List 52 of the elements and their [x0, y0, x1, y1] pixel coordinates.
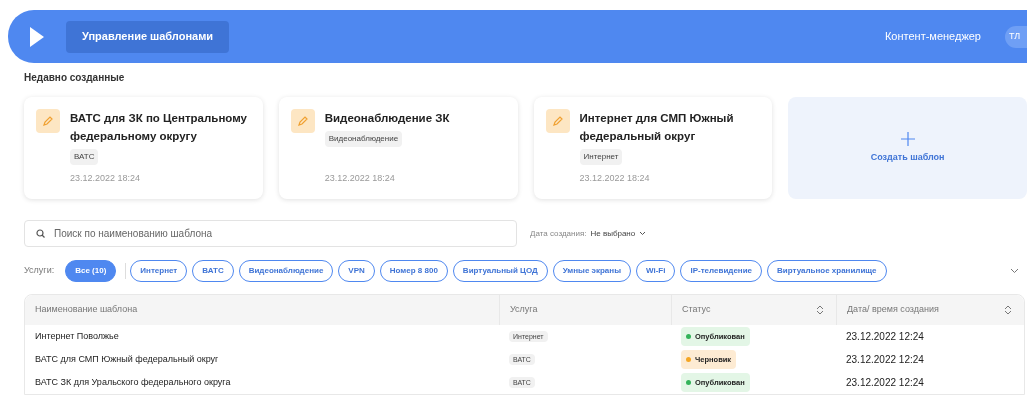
service-tag: ВАТС	[70, 149, 99, 165]
service-chip[interactable]: Wi-Fi	[636, 259, 676, 282]
template-card[interactable]: Видеонаблюдение ЗК Видеонаблюдение 23.12.2022 18:24	[278, 97, 518, 199]
card-date: 23.12.2022 18:24	[324, 171, 395, 185]
table-cell: Интернет Поволжье	[35, 330, 119, 341]
table-cell: 23.12.2022 12:24	[846, 376, 924, 388]
create-template-card[interactable]: Создать шаблон	[788, 97, 1027, 199]
card-date: 23.12.2022 18:24	[70, 171, 141, 185]
card-title: Интернет для СМП Южный федеральный округ	[579, 111, 735, 144]
service-tag: Интернет	[579, 149, 623, 165]
table-cell: ВАТС для СМП Южный федеральный округ	[35, 353, 219, 364]
table-cell: 23.12.2022 12:24	[846, 330, 924, 342]
pencil-icon	[290, 109, 315, 133]
service-chip[interactable]: Виртуальное хранилище	[767, 259, 887, 282]
template-card[interactable]: ВАТС для ЗК по Центральному федеральному округу ВАТС 23.12.2022 18:24	[24, 97, 263, 199]
date-filter[interactable]: Дата создания: Не выбрано	[530, 227, 647, 240]
service-tag: Видеонаблюдение	[324, 131, 403, 147]
services-label: Услуги:	[24, 263, 55, 277]
card-title: ВАТС для ЗК по Центральному федеральному округу	[70, 111, 248, 144]
user-avatar[interactable]: ТЛ	[1005, 25, 1027, 48]
service-chip[interactable]: IP-телевидение	[680, 259, 763, 282]
search-icon	[36, 229, 45, 238]
service-chip[interactable]: Умные экраны	[552, 259, 631, 282]
chevron-down-icon[interactable]	[1010, 267, 1019, 274]
table-cell: ВАТС ЗК для Уральского федерального округа	[35, 376, 231, 387]
create-label: Создать шаблон	[870, 151, 945, 165]
plus-icon	[899, 131, 916, 148]
column-header: Статус	[682, 303, 712, 317]
table-cell: 23.12.2022 12:24	[846, 353, 924, 365]
service-chip[interactable]: Все (10)	[65, 259, 117, 282]
nav-button[interactable]: Управление шаблонами	[66, 20, 230, 53]
card-title: Видеонаблюдение ЗК	[324, 111, 450, 126]
logo-icon	[28, 24, 46, 49]
pencil-icon	[36, 109, 60, 133]
service-chip[interactable]: Интернет	[130, 259, 188, 282]
search-field[interactable]: Поиск по наименованию шаблона	[24, 220, 517, 247]
pencil-icon	[545, 109, 570, 133]
column-header: Дата/ время создания	[847, 303, 940, 317]
service-chip[interactable]: Видеонаблюдение	[238, 259, 334, 282]
service-chip[interactable]: Номер 8 800	[379, 259, 448, 282]
sort-icon[interactable]	[816, 305, 824, 315]
service-chip[interactable]: VPN	[338, 259, 375, 282]
section-title: Недавно созданные	[24, 71, 126, 85]
column-header: Услуга	[510, 303, 539, 317]
column-header: Наименование шаблона	[35, 303, 139, 317]
service-chip[interactable]: Виртуальный ЦОД	[452, 259, 548, 282]
sort-icon[interactable]	[1004, 305, 1012, 315]
chevron-down-icon	[639, 231, 647, 236]
service-chip[interactable]: ВАТС	[192, 259, 234, 282]
user-role: Контент-менеджер	[884, 29, 981, 45]
template-card[interactable]: Интернет для СМП Южный федеральный округ Интернет 23.12.2022 18:24	[533, 97, 773, 199]
card-date: 23.12.2022 18:24	[579, 171, 650, 185]
